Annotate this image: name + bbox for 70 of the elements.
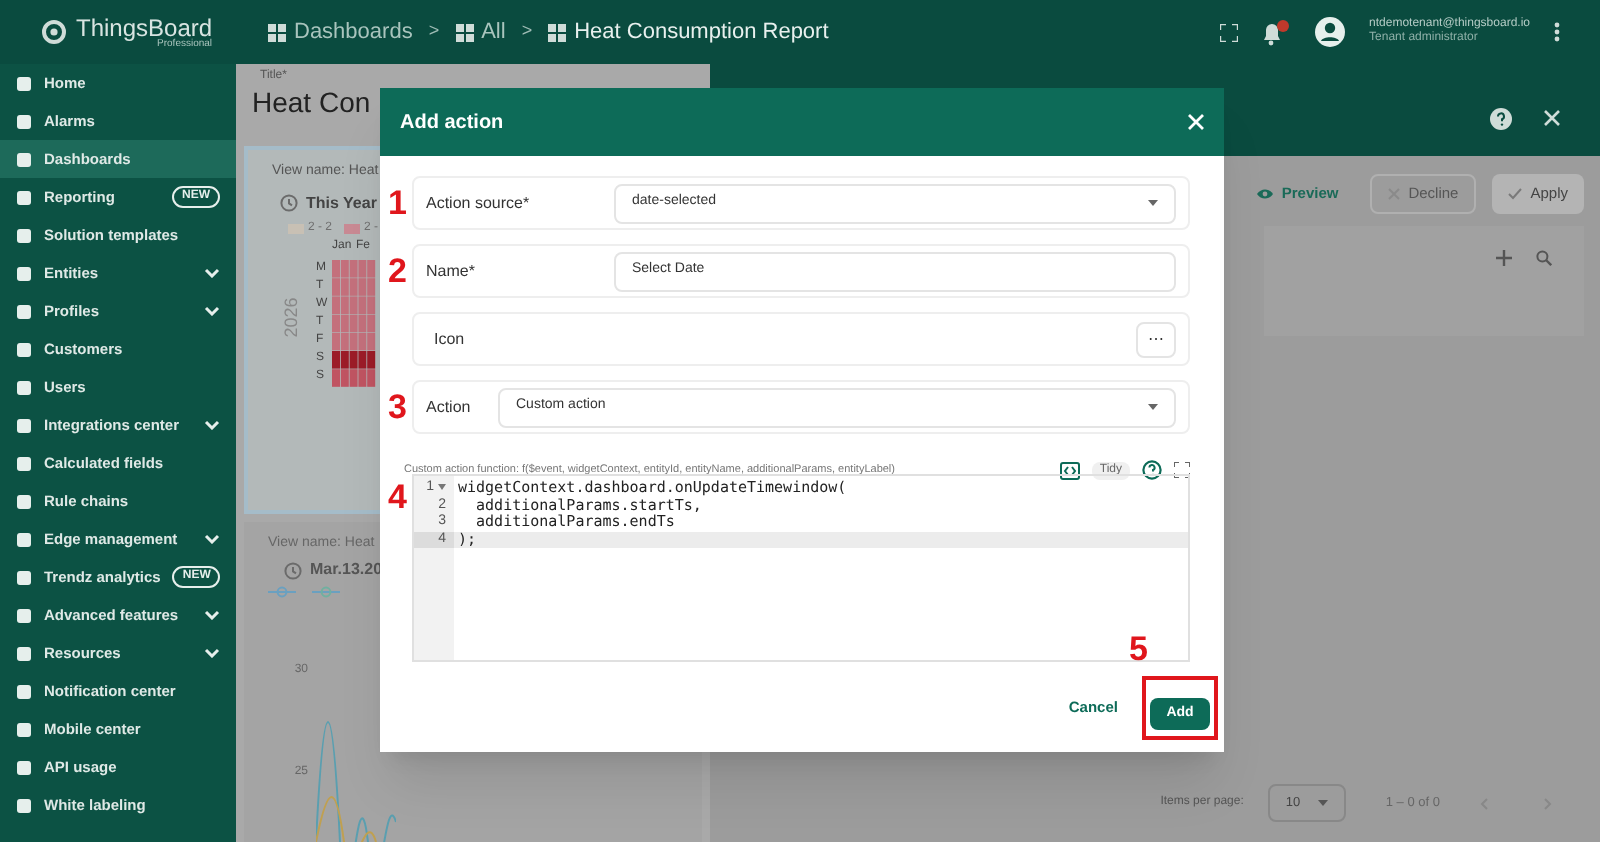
square-icon	[16, 341, 32, 357]
breadcrumb-link[interactable]: Dashboards	[294, 15, 413, 49]
heatmap-drawing	[331, 259, 376, 387]
dialog-title: Add action	[400, 109, 504, 137]
help-icon[interactable]	[1490, 107, 1512, 129]
square-icon	[16, 645, 32, 661]
breadcrumb-separator: >	[428, 18, 440, 45]
square-icon	[16, 417, 32, 433]
caret-icon	[1317, 800, 1328, 806]
logo-text: ThingsBoard	[76, 15, 213, 39]
breadcrumb-link[interactable]: All	[481, 15, 506, 49]
square-icon	[16, 265, 32, 281]
square-icon	[16, 303, 32, 319]
caret-icon	[1148, 200, 1158, 206]
step-number: 2	[388, 254, 409, 288]
field-label: Icon	[432, 327, 467, 351]
clock-icon	[280, 194, 298, 212]
step-number: 5	[1129, 632, 1148, 666]
field-label: Action	[426, 395, 473, 419]
chevron-down-icon	[204, 610, 220, 620]
square-icon	[16, 455, 32, 471]
check-icon	[1508, 188, 1523, 200]
more-vertical-icon[interactable]	[1554, 22, 1560, 42]
grid-icon	[548, 23, 567, 41]
help-icon[interactable]	[1142, 460, 1162, 480]
chevron-down-icon	[204, 420, 220, 430]
timewindow-label: Mar.13.20	[310, 558, 383, 582]
grid-icon	[268, 23, 286, 41]
breadcrumb-separator: >	[521, 18, 533, 45]
fold-caret-icon[interactable]	[438, 483, 446, 490]
square-icon	[16, 759, 32, 775]
square-icon	[16, 493, 32, 509]
square-icon	[16, 189, 32, 205]
square-icon	[16, 379, 32, 395]
dashboard-title: Heat Con	[250, 86, 371, 118]
bell-icon[interactable]	[1261, 19, 1290, 45]
code-brackets-icon[interactable]	[1059, 461, 1080, 479]
step-number: 4	[388, 480, 409, 514]
legend-swatch	[344, 223, 361, 233]
caret-icon	[1148, 404, 1158, 410]
breadcrumb-link[interactable]: Heat Consumption Report	[574, 15, 829, 49]
chevron-down-icon	[204, 648, 220, 658]
square-icon	[16, 569, 32, 585]
avatar-icon[interactable]	[1313, 16, 1346, 48]
close-icon[interactable]	[1544, 110, 1560, 126]
square-icon	[16, 607, 32, 623]
more-button[interactable]: ⋯	[1136, 321, 1176, 357]
search-icon[interactable]	[1536, 250, 1552, 266]
square-icon	[16, 75, 32, 91]
chevron-down-icon	[204, 534, 220, 544]
chevron-down-icon	[204, 306, 220, 316]
square-icon	[16, 721, 32, 737]
square-icon	[16, 227, 32, 243]
square-icon	[16, 113, 32, 129]
square-icon	[16, 531, 32, 547]
timewindow-label: This Year	[306, 191, 377, 215]
field-label: Name*	[426, 259, 477, 283]
square-icon	[16, 151, 32, 167]
grid-icon	[455, 23, 474, 41]
field-label: Action source*	[426, 191, 532, 215]
chevron-down-icon	[204, 268, 220, 278]
fullscreen-icon[interactable]	[1174, 462, 1190, 478]
plus-icon[interactable]	[1496, 250, 1512, 266]
logo-icon	[40, 18, 68, 46]
square-icon	[16, 797, 32, 813]
step-number: 1	[388, 186, 409, 220]
eye-icon	[1255, 188, 1274, 200]
clock-icon	[284, 561, 302, 579]
step-number: 3	[388, 390, 409, 424]
square-icon	[16, 683, 32, 699]
